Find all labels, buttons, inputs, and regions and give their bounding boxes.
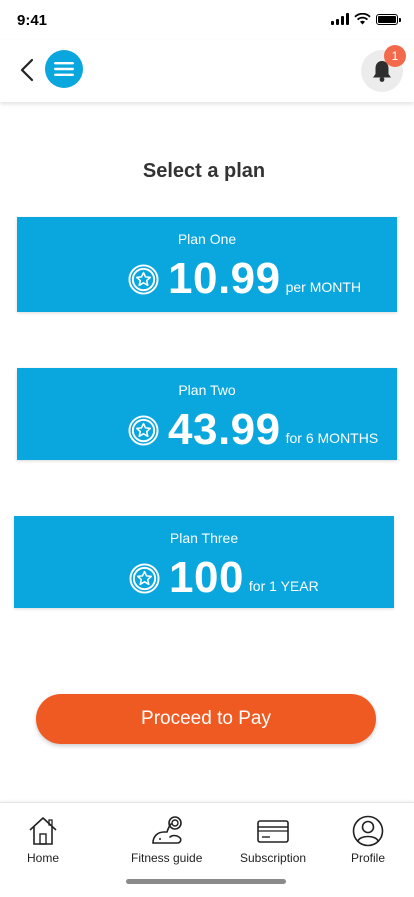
nav-item-profile[interactable]: Profile [351,815,385,865]
fitness-icon [151,816,182,844]
page-title: Select a plan [142,160,266,182]
nav-label-home: Home [27,851,60,865]
cellular-signal-icon [331,13,349,25]
plan-period: for 6 MONTHS [285,430,379,446]
plan-name: Plan Three [169,530,239,546]
plan-card-one[interactable]: Plan One 10.99 per MONTH [17,217,397,312]
nav-label-profile: Profile [351,851,386,865]
star-medal-icon [128,414,159,446]
chevron-left-icon [20,58,34,82]
plan-price-row: 100 for 1 YEAR [129,556,319,600]
notification-badge: 1 [384,45,406,67]
nav-label-fitness-guide: Fitness guide [131,851,203,865]
home-indicator [126,879,286,884]
plan-name: Plan One [177,231,237,247]
plan-name: Plan Two [178,382,236,398]
plan-period: for 1 YEAR [248,578,319,594]
plan-price-row: 10.99 per MONTH [128,257,361,301]
plan-price: 100 [169,553,244,602]
plan-card-two[interactable]: Plan Two 43.99 for 6 MONTHS [17,368,397,460]
wifi-icon [354,13,371,25]
star-medal-icon [129,562,160,594]
battery-icon [376,13,401,25]
status-bar: 9:41 [0,0,414,40]
home-icon [29,817,57,845]
status-time: 9:41 [17,12,48,29]
app-header: 1 [0,40,414,102]
star-medal-icon [128,263,159,295]
plan-price: 43.99 [168,405,281,454]
status-icons [331,13,401,25]
plan-card-three[interactable]: Plan Three 100 for 1 YEAR [14,516,394,608]
back-button[interactable] [16,56,38,84]
nav-item-home[interactable]: Home [27,815,59,865]
nav-item-fitness-guide[interactable]: Fitness guide [131,815,202,865]
profile-icon [352,815,384,847]
plan-price-row: 43.99 for 6 MONTHS [128,408,378,452]
nav-label-subscription: Subscription [240,851,307,865]
plan-period: per MONTH [285,279,362,295]
plan-price: 10.99 [168,254,281,303]
menu-button[interactable] [45,50,83,88]
nav-item-subscription[interactable]: Subscription [240,815,306,865]
hamburger-icon [54,62,74,76]
proceed-to-pay-button[interactable]: Proceed to Pay [36,694,376,744]
card-icon [257,820,289,843]
